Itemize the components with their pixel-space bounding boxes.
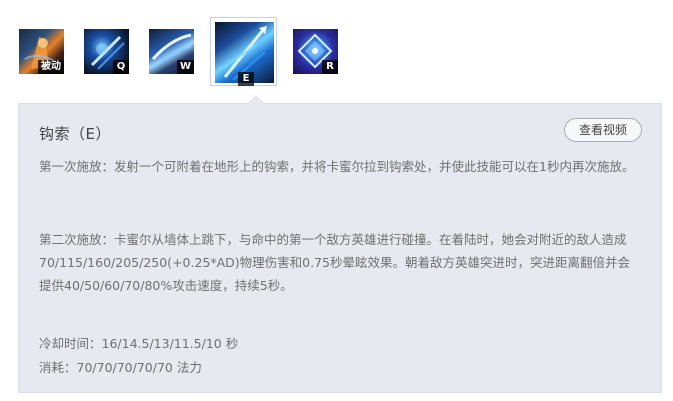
skill-w-label: W <box>176 60 194 74</box>
first-cast-description: 第一次施放：发射一个可附着在地形上的钩索，并将卡蜜尔拉到钩索处，并使此技能可以在… <box>39 159 635 174</box>
skill-passive-button[interactable]: 被动 <box>19 29 64 74</box>
panel-pointer <box>247 95 265 104</box>
second-cast-description: 第二次施放：卡蜜尔从墙体上跳下，与命中的第一个敌方英雄进行碰撞。在着陆时，她会对… <box>39 232 631 293</box>
cost-text: 消耗：70/70/70/70/70 法力 <box>39 360 202 375</box>
skill-r-button[interactable]: R <box>293 29 338 74</box>
skill-q-label: Q <box>113 60 129 74</box>
skill-detail-panel: 钩索（E） 查看视频 第一次施放：发射一个可附着在地形上的钩索，并将卡蜜尔拉到钩… <box>18 95 662 393</box>
skill-e-label: E <box>238 72 254 86</box>
cooldown-text: 冷却时间：16/14.5/13/11.5/10 秒 <box>39 336 239 351</box>
skill-passive-label: 被动 <box>38 60 64 74</box>
skill-r-label: R <box>322 60 338 74</box>
skill-title: 钩索（E） <box>39 125 111 143</box>
skill-w-button[interactable]: W <box>149 29 194 74</box>
skill-q-button[interactable]: Q <box>84 29 129 74</box>
skill-selector: 被动 Q W E R <box>0 0 673 100</box>
skill-e-button[interactable]: E <box>210 17 277 86</box>
view-video-button[interactable]: 查看视频 <box>564 118 642 142</box>
